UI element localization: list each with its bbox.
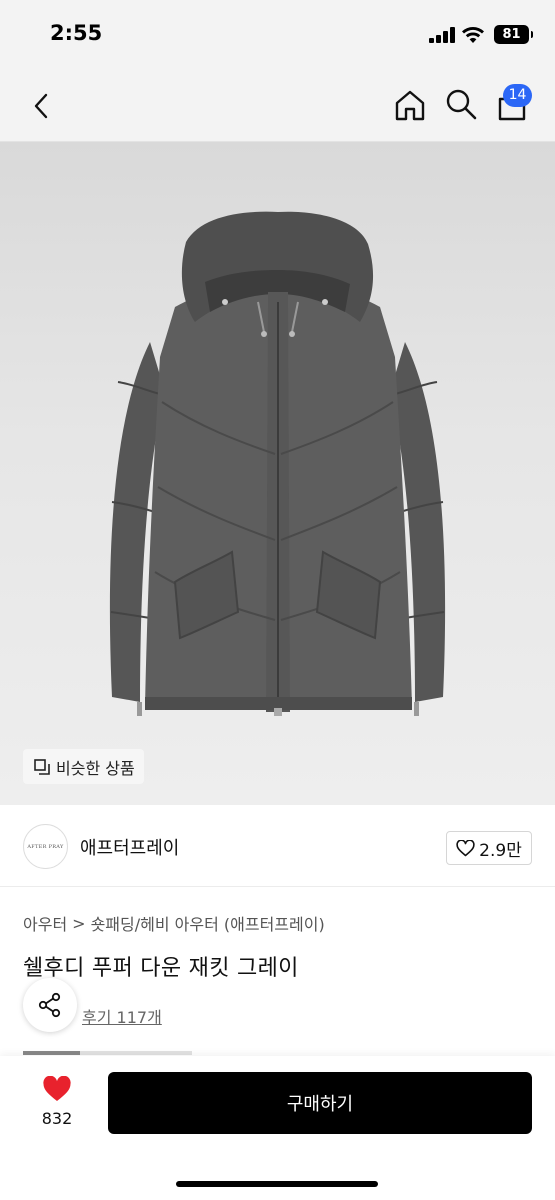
- breadcrumb-level2[interactable]: 숏패딩/헤비 아우터 (애프터프레이): [91, 911, 325, 935]
- brand-name[interactable]: 애프터프레이: [80, 834, 179, 860]
- share-button[interactable]: [23, 978, 77, 1032]
- similar-products-label: 비슷한 상품: [56, 758, 135, 778]
- battery-indicator: 81: [494, 25, 533, 44]
- product-image[interactable]: [0, 142, 555, 805]
- brand-row[interactable]: AFTER PRAY 애프터프레이 2.9만: [0, 805, 555, 887]
- home-icon[interactable]: [393, 88, 427, 122]
- cellular-signal-icon: [429, 27, 455, 43]
- top-navigation: [0, 70, 555, 142]
- breadcrumb-separator: >: [72, 913, 86, 933]
- buy-button[interactable]: 구매하기: [108, 1072, 532, 1134]
- breadcrumb: 아우터 > 숏패딩/헤비 아우터 (애프터프레이): [23, 911, 325, 935]
- share-icon: [38, 992, 61, 1018]
- brand-logo: AFTER PRAY: [23, 824, 68, 869]
- wishlist-button[interactable]: 832: [30, 1074, 84, 1134]
- wishlist-count: 832: [41, 1109, 73, 1128]
- status-bar: 2:55 81: [0, 0, 555, 70]
- home-indicator: [176, 1181, 378, 1187]
- wifi-icon: [462, 27, 484, 43]
- chevron-left-icon: [34, 93, 48, 119]
- review-link[interactable]: 후기 117개: [82, 1004, 162, 1028]
- breadcrumb-level1[interactable]: 아우터: [23, 911, 67, 935]
- product-title: 쉘후디 푸퍼 다운 재킷 그레이: [23, 956, 299, 981]
- brand-like-button[interactable]: 2.9만: [446, 831, 532, 865]
- copy-squares-icon: [34, 758, 50, 775]
- back-button[interactable]: [26, 88, 56, 124]
- status-time: 2:55: [50, 21, 103, 45]
- heart-filled-icon: [43, 1075, 71, 1101]
- brand-like-count: 2.9만: [479, 840, 522, 861]
- buy-button-label: 구매하기: [286, 1094, 354, 1115]
- heart-outline-icon: [456, 839, 475, 856]
- search-icon[interactable]: [444, 87, 478, 121]
- similar-products-button[interactable]: 비슷한 상품: [23, 749, 144, 784]
- puffer-jacket-image: [109, 211, 446, 716]
- brand-logo-text: AFTER PRAY: [27, 843, 64, 850]
- cart-count-badge: 14: [503, 84, 532, 107]
- section-tab-indicator: [23, 1051, 192, 1055]
